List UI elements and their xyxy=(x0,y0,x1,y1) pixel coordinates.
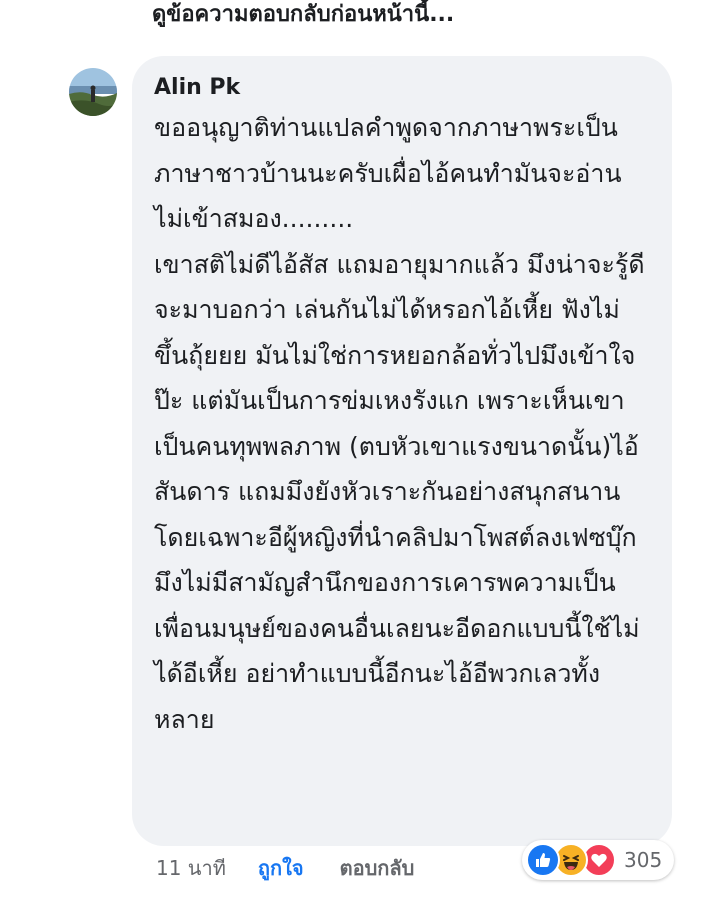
avatar[interactable] xyxy=(69,68,117,116)
avatar-image xyxy=(69,68,117,116)
comment-author[interactable]: Alin Pk xyxy=(154,73,648,103)
reaction-count: 305 xyxy=(624,848,663,872)
reply-button[interactable]: ตอบกลับ xyxy=(340,852,415,884)
view-previous-replies-link[interactable]: ดูข้อความตอบกลับก่อนหน้านี้... xyxy=(152,0,454,31)
comment-bubble: Alin Pk ขออนุญาติท่านแปลคำพูดจากภาษาพระเ… xyxy=(132,56,672,846)
reactions-summary[interactable]: 305 xyxy=(522,840,675,880)
like-button[interactable]: ถูกใจ xyxy=(258,852,304,884)
comment-text: ขออนุญาติท่านแปลคำพูดจากภาษาพระเป็นภาษาช… xyxy=(154,113,645,734)
comment-timestamp[interactable]: 11 นาที xyxy=(156,852,226,884)
comment-actions: 11 นาที ถูกใจ ตอบกลับ xyxy=(156,852,414,884)
like-icon xyxy=(526,843,560,877)
